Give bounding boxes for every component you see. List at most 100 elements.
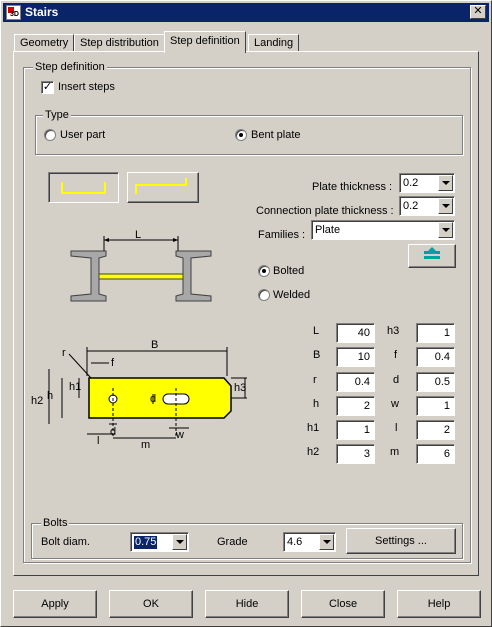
dim-field-label-r: r — [313, 374, 317, 386]
dim-field-label-l: l — [395, 422, 398, 434]
help-button[interactable]: Help — [397, 590, 481, 618]
close-window-button[interactable]: ✕ — [470, 5, 486, 19]
tab-geometry[interactable]: Geometry — [14, 34, 75, 52]
families-select[interactable]: Plate — [311, 220, 455, 240]
fixing-label-bolted: Bolted — [273, 265, 305, 277]
dim-field-m[interactable]: 6 — [416, 444, 455, 464]
dim-field-h1[interactable]: 1 — [336, 420, 375, 440]
bolt-diam-label: Bolt diam. — [41, 536, 90, 548]
chevron-down-icon[interactable] — [172, 534, 187, 550]
type-label-bent-plate: Bent plate — [251, 129, 301, 141]
step-shape-button-z[interactable] — [127, 172, 199, 203]
grade-select[interactable]: 4.6 — [283, 532, 336, 552]
dim-field-value-h: 2 — [363, 400, 370, 412]
dim-field-h2[interactable]: 3 — [336, 444, 375, 464]
grade-label: Grade — [217, 536, 248, 548]
dim-field-value-w: 1 — [443, 400, 450, 412]
dim-field-l[interactable]: 2 — [416, 420, 455, 440]
dim-label-h: h — [47, 390, 53, 402]
apply-button[interactable]: Apply — [13, 590, 97, 618]
dim-field-label-h2: h2 — [307, 446, 320, 458]
bolt-settings-button[interactable]: Settings ... — [346, 528, 456, 554]
hide-button[interactable]: Hide — [205, 590, 289, 618]
stairs-dialog: 3D Stairs ✕ Geometry Step distribution S… — [0, 0, 492, 627]
bolts-group-label: Bolts — [41, 517, 70, 530]
dim-field-f[interactable]: 0.4 — [416, 347, 455, 367]
dim-field-label-w: w — [391, 398, 399, 410]
close-icon: ✕ — [473, 5, 483, 17]
dim-field-d[interactable]: 0.5 — [416, 372, 455, 392]
chevron-down-icon[interactable] — [319, 534, 334, 550]
grade-value: 4.6 — [287, 536, 303, 548]
bolt-diam-value: 0.75 — [134, 536, 158, 549]
dim-label-r: r — [62, 347, 66, 359]
connection-plate-thickness-value: 0.2 — [403, 200, 419, 212]
dim-field-value-h1: 1 — [363, 424, 370, 436]
type-radio-user-part[interactable] — [44, 129, 56, 141]
bolt-diam-select[interactable]: 0.75 — [130, 532, 189, 552]
dim-field-value-L: 40 — [357, 327, 370, 339]
dim-field-label-h3: h3 — [387, 325, 400, 337]
step-definition-group-label: Step definition — [33, 61, 107, 74]
ok-button-label: OK — [143, 598, 159, 610]
chevron-down-icon[interactable] — [438, 222, 453, 238]
ok-button[interactable]: OK — [109, 590, 193, 618]
type-radio-bent-plate[interactable] — [235, 129, 247, 141]
window-title: Stairs — [25, 5, 59, 19]
dim-field-B[interactable]: 10 — [336, 347, 375, 367]
dim-label-B: B — [151, 339, 158, 351]
connection-plate-thickness-label: Connection plate thickness : — [256, 205, 394, 217]
dim-field-value-l: 2 — [443, 424, 450, 436]
title-bar[interactable]: 3D Stairs ✕ — [3, 3, 489, 22]
app-icon: 3D — [6, 5, 21, 20]
families-browse-button[interactable] — [408, 244, 456, 268]
families-label: Families : — [258, 229, 306, 241]
dim-field-w[interactable]: 1 — [416, 396, 455, 416]
chevron-down-icon[interactable] — [438, 198, 453, 214]
dim-field-value-m: 6 — [443, 448, 450, 460]
step-cross-section-diagram: L — [70, 229, 212, 302]
dim-label-d: d — [150, 393, 156, 405]
dim-label-L: L — [135, 229, 141, 241]
help-button-label: Help — [427, 598, 451, 610]
dim-field-label-B: B — [313, 349, 321, 361]
tab-landing[interactable]: Landing — [248, 34, 300, 52]
dim-field-label-h1: h1 — [307, 422, 320, 434]
step-shape-button-u[interactable] — [48, 172, 119, 203]
close-button-label: Close — [328, 598, 358, 610]
fixing-radio-bolted[interactable] — [258, 265, 270, 277]
plate-thickness-label: Plate thickness : — [312, 181, 393, 193]
hide-button-label: Hide — [235, 598, 259, 610]
connection-plate-thickness-select[interactable]: 0.2 — [399, 196, 455, 216]
families-value: Plate — [315, 224, 341, 236]
chevron-down-icon[interactable] — [438, 175, 453, 191]
dim-field-h[interactable]: 2 — [336, 396, 375, 416]
dim-label-d-bottom: d — [110, 426, 116, 438]
tab-step-distribution[interactable]: Step distribution — [74, 34, 165, 52]
dim-field-label-m: m — [390, 446, 400, 458]
tab-step-definition[interactable]: Step definition — [164, 31, 246, 53]
fixing-radio-welded[interactable] — [258, 289, 270, 301]
dim-field-value-d: 0.5 — [434, 376, 450, 388]
dim-field-value-h3: 1 — [443, 327, 450, 339]
dim-label-l: l — [97, 435, 99, 447]
dim-field-value-B: 10 — [357, 351, 370, 363]
type-group-label: Type — [43, 109, 71, 122]
dim-field-label-h: h — [313, 398, 320, 410]
u-shape-icon — [61, 182, 106, 194]
dim-label-h1: h1 — [69, 381, 81, 393]
dim-label-h2: h2 — [31, 395, 43, 407]
z-shape-icon — [135, 178, 187, 194]
plate-thickness-select[interactable]: 0.2 — [399, 173, 455, 193]
dim-field-label-d: d — [393, 374, 400, 386]
insert-steps-checkbox[interactable]: ✓ — [41, 81, 54, 94]
plate-thickness-value: 0.2 — [403, 177, 419, 189]
close-button[interactable]: Close — [301, 590, 385, 618]
dim-field-label-f: f — [394, 349, 398, 361]
dim-field-L[interactable]: 40 — [336, 323, 375, 343]
insert-steps-label: Insert steps — [58, 81, 115, 93]
dim-field-r[interactable]: 0.4 — [336, 372, 375, 392]
plate-library-icon — [424, 247, 440, 259]
fixing-label-welded: Welded — [273, 289, 311, 301]
dim-field-h3[interactable]: 1 — [416, 323, 455, 343]
